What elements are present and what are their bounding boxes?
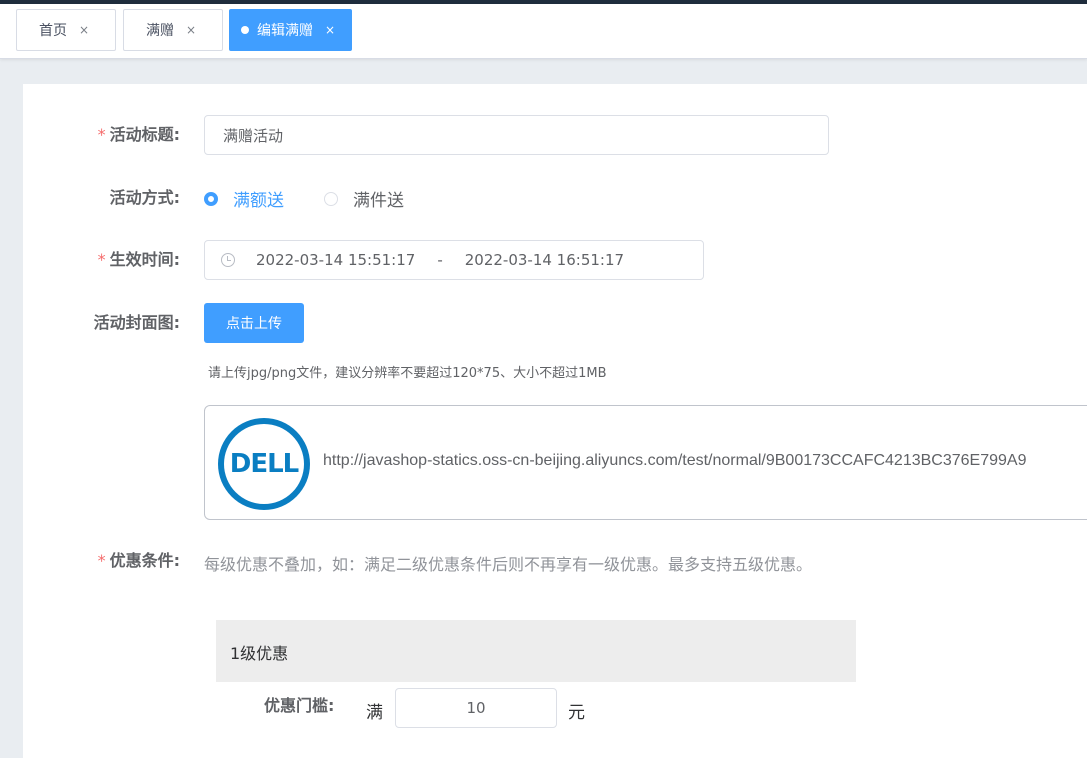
- title-label: * 活动标题:: [97, 125, 180, 144]
- start-date-value[interactable]: 2022-03-14 15:51:17: [256, 251, 415, 269]
- radio-unchecked-icon: [324, 191, 338, 206]
- tab-bar: 首页 × 满赠 × 编辑满赠 ×: [0, 4, 1087, 59]
- close-icon[interactable]: ×: [186, 23, 196, 37]
- time-label: * 生效时间:: [97, 250, 180, 269]
- file-url[interactable]: http://javashop-statics.oss-cn-beijing.a…: [323, 452, 1026, 470]
- clock-icon: [221, 253, 235, 267]
- discount-label: * 优惠条件:: [97, 551, 180, 570]
- tab-edit-full-gift[interactable]: 编辑满赠 ×: [229, 9, 352, 51]
- radio-full-quantity[interactable]: 满件送: [324, 186, 404, 211]
- radio-label: 满额送: [233, 191, 284, 211]
- radio-label: 满件送: [353, 191, 404, 211]
- date-range-picker[interactable]: 2022-03-14 15:51:17 - 2022-03-14 16:51:1…: [204, 240, 704, 280]
- end-date-value[interactable]: 2022-03-14 16:51:17: [465, 251, 624, 269]
- discount-hint: 每级优惠不叠加，如：满足二级优惠条件后则不再享有一级优惠。最多支持五级优惠。: [204, 555, 813, 574]
- active-dot-icon: [241, 26, 249, 34]
- upload-tip: 请上传jpg/png文件，建议分辨率不要超过120*75、大小不超过1MB: [208, 366, 607, 381]
- required-mark: *: [97, 250, 106, 269]
- threshold-input[interactable]: [395, 688, 557, 728]
- tab-label: 首页: [39, 23, 67, 39]
- level-title: 1级优惠: [230, 644, 289, 663]
- radio-full-amount[interactable]: 满额送: [204, 186, 284, 211]
- tab-home[interactable]: 首页 ×: [16, 9, 116, 51]
- required-mark: *: [97, 551, 106, 570]
- dell-logo-thumbnail: DELL: [218, 418, 310, 510]
- threshold-label: 优惠门槛:: [264, 696, 335, 715]
- title-input[interactable]: [204, 115, 829, 155]
- tab-label: 满赠: [146, 23, 174, 39]
- cover-label: 活动封面图:: [93, 313, 180, 332]
- tab-full-gift[interactable]: 满赠 ×: [123, 9, 223, 51]
- threshold-prefix: 满: [366, 703, 383, 723]
- range-separator: -: [437, 251, 443, 269]
- required-mark: *: [97, 125, 106, 144]
- upload-button[interactable]: 点击上传: [204, 303, 304, 343]
- close-icon[interactable]: ×: [79, 23, 89, 37]
- radio-checked-icon: [204, 191, 218, 206]
- close-icon[interactable]: ×: [325, 23, 335, 37]
- level-1-header: 1级优惠: [216, 620, 856, 682]
- uploaded-file-item[interactable]: DELL http://javashop-statics.oss-cn-beij…: [204, 405, 1087, 520]
- method-label: 活动方式:: [109, 188, 180, 207]
- threshold-suffix: 元: [568, 703, 585, 723]
- tab-label: 编辑满赠: [257, 23, 313, 39]
